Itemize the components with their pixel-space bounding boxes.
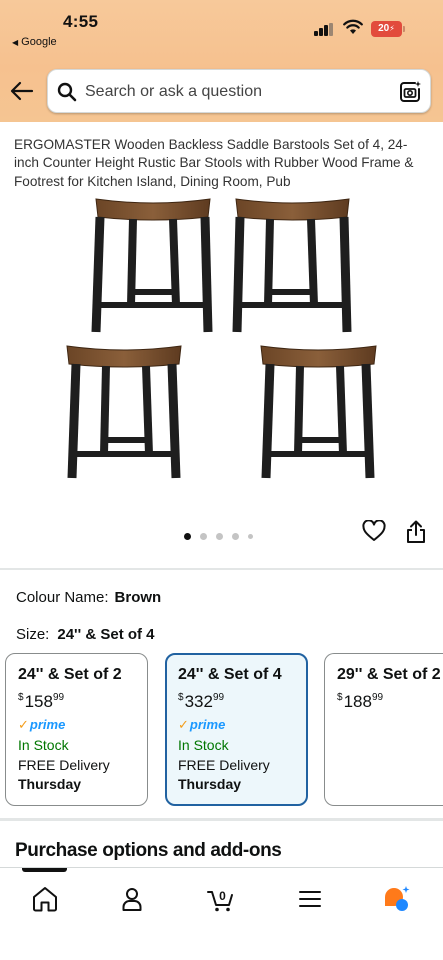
cart-count: 0 xyxy=(219,889,226,903)
size-option-card[interactable]: 24'' & Set of 2 $15899 ✓prime In Stock F… xyxy=(5,653,148,806)
bottom-navigation: 0 xyxy=(0,867,443,960)
carousel-dot[interactable] xyxy=(184,533,191,541)
size-option-title: 24'' & Set of 2 xyxy=(18,666,122,683)
active-tab-indicator xyxy=(22,868,67,872)
size-option-card-selected[interactable]: 24'' & Set of 4 $33299 ✓prime In Stock F… xyxy=(165,653,308,806)
cart-icon[interactable]: 0 xyxy=(206,884,236,914)
size-option-price: $15899 xyxy=(18,692,65,711)
size-value: 24'' & Set of 4 xyxy=(57,626,155,643)
rufus-ai-icon[interactable] xyxy=(382,884,412,914)
purchase-options-heading[interactable]: Purchase options and add-ons xyxy=(15,840,282,862)
heart-icon[interactable] xyxy=(362,520,386,542)
camera-lens-icon[interactable] xyxy=(398,80,422,104)
search-bar[interactable]: Search or ask a question xyxy=(47,69,431,113)
delivery-day: Thursday xyxy=(18,776,82,792)
colour-name-row: Colour Name: Brown xyxy=(16,589,161,606)
prime-badge: ✓prime xyxy=(18,717,66,732)
colour-value: Brown xyxy=(114,589,162,606)
clipped-rating-row xyxy=(356,117,428,123)
delivery-text: FREE Delivery xyxy=(18,757,110,773)
section-divider xyxy=(0,818,443,821)
section-divider xyxy=(0,568,443,570)
home-icon[interactable] xyxy=(30,884,60,914)
carousel-dot[interactable] xyxy=(200,533,207,541)
size-option-title: 24'' & Set of 4 xyxy=(178,666,282,683)
image-carousel-dots[interactable] xyxy=(184,528,262,541)
battery-tip xyxy=(403,26,405,32)
delivery-day: Thursday xyxy=(178,776,242,792)
carousel-dot[interactable] xyxy=(248,534,253,540)
size-row: Size: 24'' & Set of 4 xyxy=(16,626,155,643)
battery-indicator: 20⚡ xyxy=(371,21,402,37)
back-arrow-icon[interactable] xyxy=(10,80,34,102)
product-image-gallery[interactable] xyxy=(0,192,443,522)
size-label: Size: xyxy=(16,626,50,643)
back-app-label: Google xyxy=(21,36,57,48)
cellular-signal-icon xyxy=(314,23,334,36)
colour-label: Colour Name: xyxy=(16,589,109,606)
product-image xyxy=(66,198,377,479)
carousel-dot[interactable] xyxy=(232,533,239,541)
search-input[interactable]: Search or ask a question xyxy=(85,83,262,101)
size-option-price: $33299 xyxy=(178,692,225,711)
stock-status: In Stock xyxy=(18,737,69,753)
carousel-dot[interactable] xyxy=(216,533,223,541)
status-time: 4:55 xyxy=(63,12,99,31)
wifi-icon xyxy=(343,19,363,34)
battery-level: 20 xyxy=(378,23,390,34)
size-option-price: $18899 xyxy=(337,692,384,711)
product-title: ERGOMASTER Wooden Backless Saddle Barsto… xyxy=(14,137,414,189)
size-option-title: 29'' & Set of 2 xyxy=(337,666,441,683)
delivery-text: FREE Delivery xyxy=(178,757,270,773)
back-to-google-link[interactable]: ◀ Google xyxy=(12,36,57,48)
menu-icon[interactable] xyxy=(295,884,325,914)
account-icon[interactable] xyxy=(117,884,147,914)
share-icon[interactable] xyxy=(405,520,427,544)
back-triangle-icon: ◀ xyxy=(12,38,19,47)
app-header: 4:55 ◀ Google 20⚡ Search or ask a questio… xyxy=(0,0,443,122)
search-icon xyxy=(57,82,77,102)
size-option-card[interactable]: 29'' & Set of 2 $18899 xyxy=(324,653,443,806)
prime-badge: ✓prime xyxy=(178,717,226,732)
stock-status: In Stock xyxy=(178,737,229,753)
